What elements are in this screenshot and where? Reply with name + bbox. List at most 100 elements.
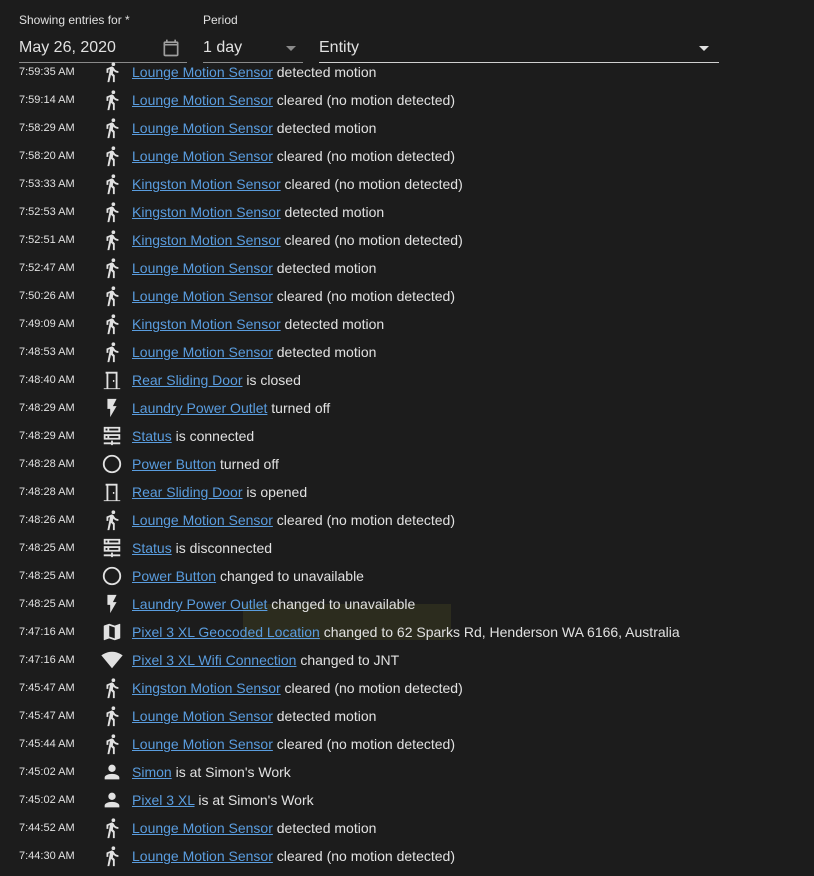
entity-link[interactable]: Pixel 3 XL Geocoded Location xyxy=(132,624,320,640)
entity-link[interactable]: Lounge Motion Sensor xyxy=(132,344,273,360)
log-entry-time: 7:45:47 AM xyxy=(19,710,75,722)
entity-link[interactable]: Power Button xyxy=(132,568,216,584)
log-entry-text: changed to unavailable xyxy=(271,596,416,612)
log-entry-text: cleared (no motion detected) xyxy=(284,232,463,248)
log-entry-time: 7:48:29 AM xyxy=(19,430,75,442)
log-entry-message: Lounge Motion Sensor detected motion xyxy=(132,820,376,836)
walk-icon xyxy=(101,201,123,223)
log-entry-row: 7:50:26 AM Lounge Motion Sensor cleared (… xyxy=(0,282,814,310)
door-icon xyxy=(101,369,123,391)
date-field-label: Showing entries for * xyxy=(19,13,130,27)
log-entry-time: 7:53:33 AM xyxy=(19,178,75,190)
log-entry-message: Pixel 3 XL Geocoded Location changed to … xyxy=(132,624,680,640)
entity-link[interactable]: Pixel 3 XL Wifi Connection xyxy=(132,652,296,668)
entity-link[interactable]: Status xyxy=(132,540,172,556)
log-entry-text: changed to unavailable xyxy=(219,568,364,584)
entity-link[interactable]: Lounge Motion Sensor xyxy=(132,736,273,752)
log-entry-message: Lounge Motion Sensor cleared (no motion … xyxy=(132,288,455,304)
log-entry-text: is at Simon's Work xyxy=(198,792,314,808)
log-entry-row: 7:48:25 AM Laundry Power Outlet changed t… xyxy=(0,590,814,618)
log-entry-row: 7:52:47 AM Lounge Motion Sensor detected … xyxy=(0,254,814,282)
log-entry-message: Rear Sliding Door is opened xyxy=(132,484,307,500)
entity-link[interactable]: Lounge Motion Sensor xyxy=(132,148,273,164)
log-entry-time: 7:45:02 AM xyxy=(19,794,75,806)
chevron-down-icon[interactable] xyxy=(699,46,709,51)
entity-link[interactable]: Laundry Power Outlet xyxy=(132,400,267,416)
log-entry-text: detected motion xyxy=(276,708,377,724)
entity-link[interactable]: Simon xyxy=(132,764,172,780)
chevron-down-icon[interactable] xyxy=(286,46,296,51)
map-icon xyxy=(101,621,123,643)
entity-link[interactable]: Rear Sliding Door xyxy=(132,372,243,388)
log-entry-row: 7:59:14 AM Lounge Motion Sensor cleared (… xyxy=(0,86,814,114)
entity-link[interactable]: Lounge Motion Sensor xyxy=(132,820,273,836)
walk-icon xyxy=(101,313,123,335)
log-entry-message: Power Button turned off xyxy=(132,456,279,472)
log-entry-message: Power Button changed to unavailable xyxy=(132,568,364,584)
log-entry-text: is connected xyxy=(175,428,255,444)
entity-link[interactable]: Lounge Motion Sensor xyxy=(132,848,273,864)
log-entry-time: 7:48:25 AM xyxy=(19,570,75,582)
log-entry-row: 7:58:20 AM Lounge Motion Sensor cleared (… xyxy=(0,142,814,170)
log-entry-text: is disconnected xyxy=(175,540,273,556)
period-field-value[interactable]: 1 day xyxy=(203,39,242,57)
log-entry-text: turned off xyxy=(219,456,279,472)
door-icon xyxy=(101,481,123,503)
log-entry-row: 7:59:35 AM Lounge Motion Sensor detected … xyxy=(0,58,814,86)
entity-link[interactable]: Lounge Motion Sensor xyxy=(132,512,273,528)
entity-link[interactable]: Kingston Motion Sensor xyxy=(132,204,281,220)
period-field-label: Period xyxy=(203,13,238,27)
log-entry-row: 7:48:26 AM Lounge Motion Sensor cleared (… xyxy=(0,506,814,534)
log-entry-time: 7:48:29 AM xyxy=(19,402,75,414)
log-entry-text: cleared (no motion detected) xyxy=(276,512,455,528)
log-entry-time: 7:59:35 AM xyxy=(19,66,75,78)
log-entry-time: 7:45:02 AM xyxy=(19,766,75,778)
log-entry-message: Lounge Motion Sensor detected motion xyxy=(132,120,376,136)
log-entry-row: 7:45:02 AM Simon is at Simon's Work xyxy=(0,758,814,786)
date-field-value[interactable]: May 26, 2020 xyxy=(19,39,116,57)
entity-link[interactable]: Power Button xyxy=(132,456,216,472)
entity-link[interactable]: Lounge Motion Sensor xyxy=(132,708,273,724)
entity-link[interactable]: Lounge Motion Sensor xyxy=(132,64,273,80)
entity-link[interactable]: Kingston Motion Sensor xyxy=(132,680,281,696)
entity-link[interactable]: Rear Sliding Door xyxy=(132,484,243,500)
walk-icon xyxy=(101,173,123,195)
walk-icon xyxy=(101,257,123,279)
entity-link[interactable]: Laundry Power Outlet xyxy=(132,596,267,612)
log-entry-text: changed to 62 Sparks Rd, Henderson WA 61… xyxy=(323,624,680,640)
entity-link[interactable]: Kingston Motion Sensor xyxy=(132,232,281,248)
entity-field-placeholder[interactable]: Entity xyxy=(319,39,359,57)
entity-link[interactable]: Lounge Motion Sensor xyxy=(132,120,273,136)
log-entry-row: 7:48:53 AM Lounge Motion Sensor detected … xyxy=(0,338,814,366)
log-entry-message: Lounge Motion Sensor detected motion xyxy=(132,64,376,80)
log-entry-message: Laundry Power Outlet turned off xyxy=(132,400,330,416)
log-entry-row: 7:45:47 AM Lounge Motion Sensor detected … xyxy=(0,702,814,730)
log-entry-time: 7:52:47 AM xyxy=(19,262,75,274)
log-entry-message: Lounge Motion Sensor detected motion xyxy=(132,260,376,276)
log-entry-time: 7:50:26 AM xyxy=(19,290,75,302)
log-entry-time: 7:48:28 AM xyxy=(19,486,75,498)
log-entry-row: 7:48:28 AM Rear Sliding Door is opened xyxy=(0,478,814,506)
entity-link[interactable]: Lounge Motion Sensor xyxy=(132,288,273,304)
entity-link[interactable]: Lounge Motion Sensor xyxy=(132,92,273,108)
entity-link[interactable]: Kingston Motion Sensor xyxy=(132,316,281,332)
log-entry-message: Kingston Motion Sensor cleared (no motio… xyxy=(132,680,463,696)
entity-link[interactable]: Status xyxy=(132,428,172,444)
log-entry-message: Laundry Power Outlet changed to unavaila… xyxy=(132,596,415,612)
flash-icon xyxy=(101,593,123,615)
entity-link[interactable]: Pixel 3 XL xyxy=(132,792,195,808)
walk-icon xyxy=(101,117,123,139)
walk-icon xyxy=(101,229,123,251)
log-entry-time: 7:58:20 AM xyxy=(19,150,75,162)
log-entry-message: Lounge Motion Sensor cleared (no motion … xyxy=(132,512,455,528)
log-entry-text: cleared (no motion detected) xyxy=(284,176,463,192)
log-entry-row: 7:47:16 AM Pixel 3 XL Geocoded Location c… xyxy=(0,618,814,646)
entity-link[interactable]: Lounge Motion Sensor xyxy=(132,260,273,276)
logbook-entries: 8:00:44 AMKingston Motion Sensor detecte… xyxy=(0,56,814,876)
entity-link[interactable]: Kingston Motion Sensor xyxy=(132,176,281,192)
log-entry-message: Lounge Motion Sensor detected motion xyxy=(132,708,376,724)
walk-icon xyxy=(101,89,123,111)
log-entry-text: is closed xyxy=(246,372,301,388)
log-entry-message: Simon is at Simon's Work xyxy=(132,764,291,780)
log-entry-time: 7:48:53 AM xyxy=(19,346,75,358)
